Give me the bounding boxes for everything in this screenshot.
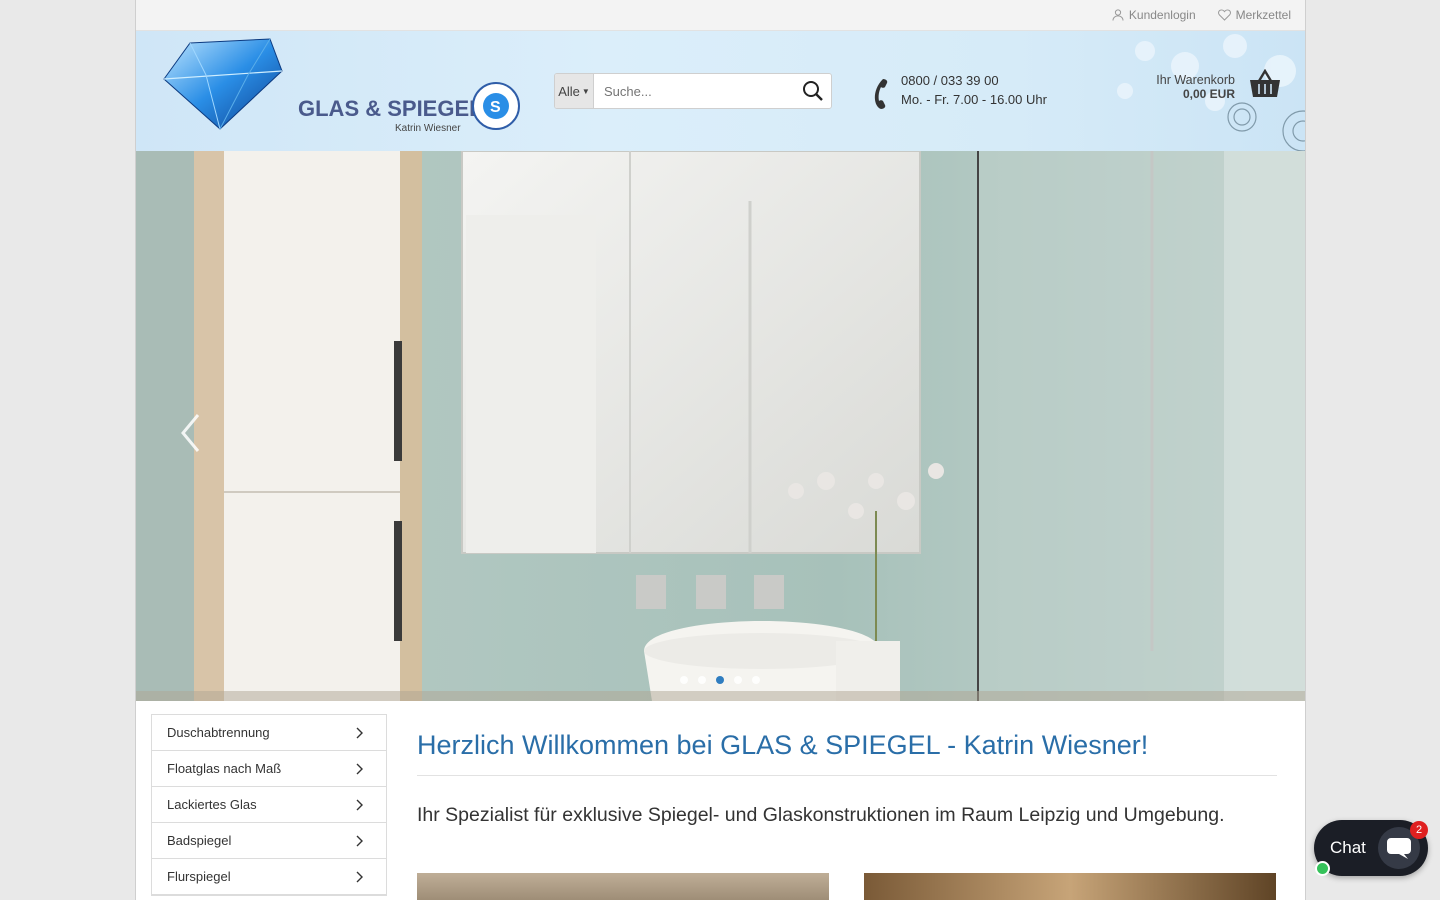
user-icon xyxy=(1112,9,1124,21)
chevron-right-icon xyxy=(356,871,363,882)
opening-hours: Mo. - Fr. 7.00 - 16.00 Uhr xyxy=(901,92,1047,107)
sidebar-item-duschabtrennung[interactable]: Duschabtrennung xyxy=(152,715,386,751)
phone-icon xyxy=(874,79,888,109)
chat-label: Chat xyxy=(1330,838,1366,857)
chevron-left-icon[interactable] xyxy=(180,413,200,453)
chevron-right-icon xyxy=(356,763,363,774)
chevron-right-icon xyxy=(356,799,363,810)
sidebar-item-badspiegel[interactable]: Badspiegel xyxy=(152,823,386,859)
online-status-indicator xyxy=(1315,861,1330,876)
search-bar: Alle ▼ xyxy=(554,73,832,109)
page-title: Herzlich Willkommen bei GLAS & SPIEGEL -… xyxy=(417,720,1277,776)
teaser-image-right[interactable] xyxy=(864,873,1276,900)
sidebar-item-label: Flurspiegel xyxy=(167,869,231,884)
logo-seal-letter: S xyxy=(490,99,501,116)
chevron-right-icon xyxy=(356,727,363,738)
phone-number[interactable]: 0800 / 033 39 00 xyxy=(901,71,1047,90)
chevron-right-icon xyxy=(356,835,363,846)
heart-icon xyxy=(1217,9,1231,21)
slider-pagination xyxy=(680,676,760,684)
top-bar: Kundenlogin Merkzettel xyxy=(136,0,1305,31)
sidebar-item-label: Duschabtrennung xyxy=(167,725,270,740)
basket-icon[interactable] xyxy=(1249,69,1281,99)
hero-slider[interactable] xyxy=(136,151,1305,701)
cart-summary[interactable]: Ihr Warenkorb 0,00 EUR xyxy=(1156,73,1235,101)
cart-amount: 0,00 EUR xyxy=(1182,87,1235,101)
page-frame: Kundenlogin Merkzettel GLAS & SPIEGEL Ka… xyxy=(135,0,1306,900)
search-button[interactable] xyxy=(795,74,831,108)
search-category-label: Alle xyxy=(558,83,580,99)
contact-info: 0800 / 033 39 00 Mo. - Fr. 7.00 - 16.00 … xyxy=(901,71,1047,109)
slider-dot[interactable] xyxy=(734,676,742,684)
search-icon xyxy=(803,81,823,101)
sidebar-item-flurspiegel[interactable]: Flurspiegel xyxy=(152,859,386,895)
main-content: Herzlich Willkommen bei GLAS & SPIEGEL -… xyxy=(417,720,1277,827)
search-input[interactable] xyxy=(594,74,795,108)
slider-dot[interactable] xyxy=(680,676,688,684)
logo-subtitle: Katrin Wiesner xyxy=(395,123,461,134)
chat-notification-badge: 2 xyxy=(1410,821,1428,839)
logo-title: GLAS & SPIEGEL xyxy=(298,96,483,121)
search-category-select[interactable]: Alle ▼ xyxy=(555,74,594,108)
slider-dot-active[interactable] xyxy=(716,676,724,684)
slider-dot[interactable] xyxy=(698,676,706,684)
caret-down-icon: ▼ xyxy=(581,86,590,96)
sidebar-item-floatglas[interactable]: Floatglas nach Maß xyxy=(152,751,386,787)
sidebar-item-label: Badspiegel xyxy=(167,833,232,848)
wishlist-label: Merkzettel xyxy=(1235,8,1291,22)
intro-text: Ihr Spezialist für exklusive Spiegel- un… xyxy=(417,804,1225,826)
sidebar-item-label: Lackiertes Glas xyxy=(167,797,257,812)
company-logo[interactable]: GLAS & SPIEGEL Katrin Wiesner S xyxy=(150,33,530,143)
cart-label: Ihr Warenkorb xyxy=(1156,73,1235,87)
slider-dot[interactable] xyxy=(752,676,760,684)
wishlist-link[interactable]: Merkzettel xyxy=(1217,8,1291,22)
bathroom-hero-image xyxy=(136,151,1305,701)
sidebar-item-label: Floatglas nach Maß xyxy=(167,761,282,776)
chat-widget-button[interactable]: Chat 2 xyxy=(1314,820,1428,876)
category-sidebar: Duschabtrennung Floatglas nach Maß Lacki… xyxy=(151,714,387,896)
site-header: GLAS & SPIEGEL Katrin Wiesner S Alle ▼ 0… xyxy=(136,31,1305,151)
customer-login-label: Kundenlogin xyxy=(1128,8,1196,22)
teaser-image-left[interactable] xyxy=(417,873,829,900)
customer-login-link[interactable]: Kundenlogin xyxy=(1112,8,1196,22)
sidebar-item-lackiertes-glas[interactable]: Lackiertes Glas xyxy=(152,787,386,823)
